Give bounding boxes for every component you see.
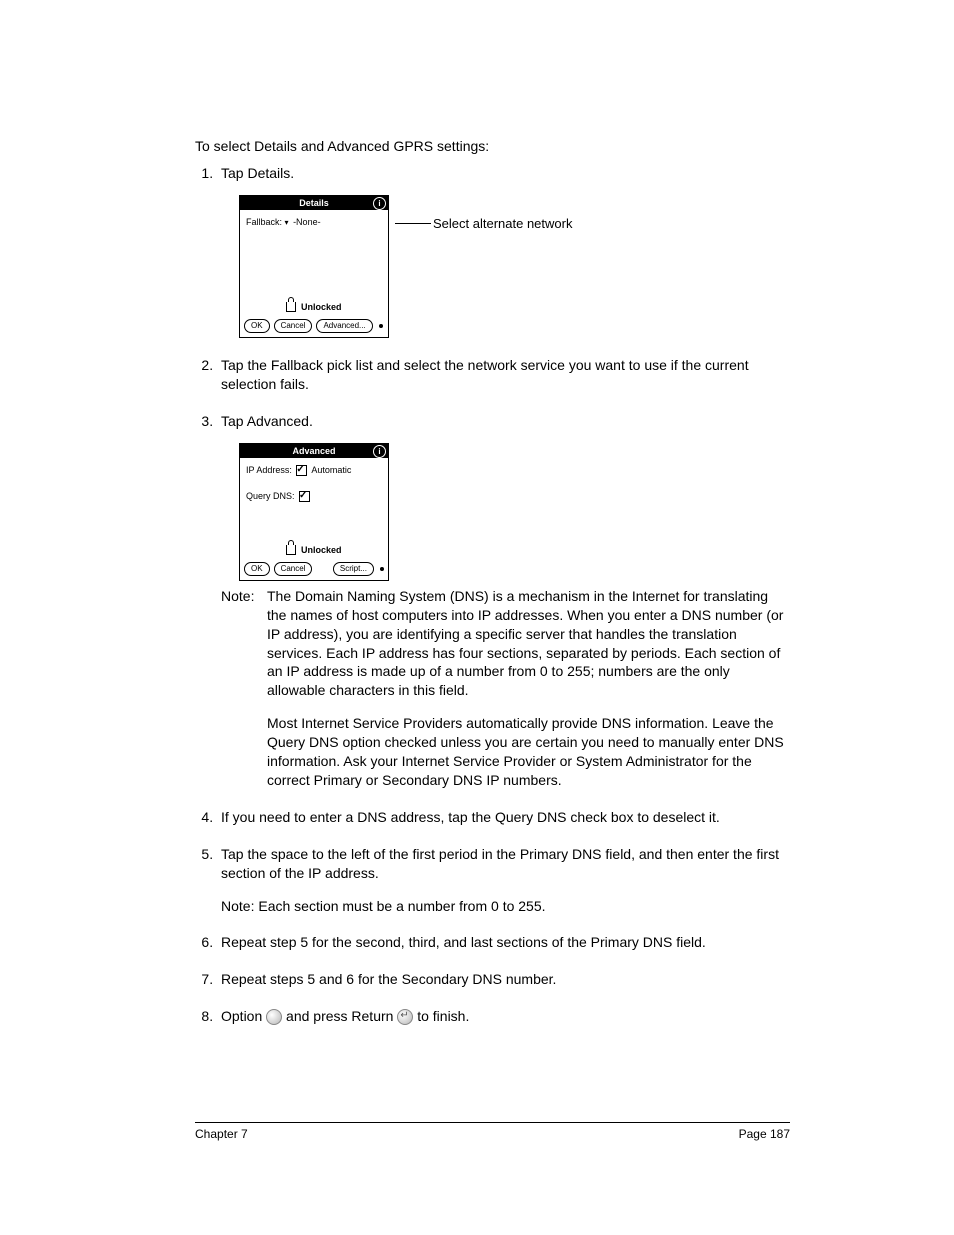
step-4: If you need to enter a DNS address, tap … [217, 808, 790, 827]
fallback-picklist[interactable]: -None- [285, 216, 321, 229]
step-5: Tap the space to the left of the first p… [217, 845, 790, 916]
step-8-c: to finish. [417, 1008, 469, 1024]
page-footer: Chapter 7 Page 187 [195, 1122, 790, 1141]
note-body: The Domain Naming System (DNS) is a mech… [267, 587, 790, 790]
step-text: Repeat step 5 for the second, third, and… [221, 934, 706, 950]
unlocked-text: Unlocked [301, 302, 342, 312]
dialog-title-bar: Advanced i [240, 444, 388, 458]
note-p2: Most Internet Service Providers automati… [267, 714, 790, 790]
fallback-row: Fallback: -None- [246, 216, 382, 229]
step-text: Tap Details. [221, 165, 294, 181]
note-label: Note: [221, 587, 267, 790]
callout-text: Select alternate network [433, 215, 572, 233]
step-5-note: Note: Each section must be a number from… [221, 897, 790, 916]
dialog-title: Advanced [292, 446, 335, 456]
lock-icon [286, 302, 296, 312]
query-dns-row: Query DNS: [246, 490, 382, 502]
cancel-button[interactable]: Cancel [274, 319, 313, 333]
steps-list: Tap Details. Details i Fallback: -None- [195, 164, 790, 1026]
footer-chapter: Chapter 7 [195, 1127, 248, 1141]
step-8: Option and press Return to finish. [217, 1007, 790, 1026]
step-8-b: and press Return [286, 1008, 397, 1024]
note-block: Note: The Domain Naming System (DNS) is … [221, 587, 790, 790]
script-button[interactable]: Script... [333, 562, 374, 576]
step-8-a: Option [221, 1008, 266, 1024]
page-content: To select Details and Advanced GPRS sett… [195, 138, 790, 1044]
info-icon[interactable]: i [373, 445, 386, 458]
ip-address-row: IP Address: Automatic [246, 464, 382, 476]
query-dns-label: Query DNS: [246, 491, 295, 501]
query-dns-checkbox[interactable] [299, 491, 310, 502]
step-6: Repeat step 5 for the second, third, and… [217, 933, 790, 952]
unlocked-text: Unlocked [301, 545, 342, 555]
callout-line [395, 223, 431, 224]
return-key-icon [397, 1009, 413, 1025]
ok-button[interactable]: OK [244, 562, 270, 576]
step-text: If you need to enter a DNS address, tap … [221, 809, 720, 825]
lock-status: Unlocked [246, 544, 382, 556]
callout-1: Select alternate network [395, 215, 572, 233]
dialog-title-bar: Details i [240, 196, 388, 210]
step-7: Repeat steps 5 and 6 for the Secondary D… [217, 970, 790, 989]
step-2: Tap the Fallback pick list and select th… [217, 356, 790, 394]
dialog-buttons: OK Cancel Script... [240, 560, 388, 580]
step-text: Tap the space to the left of the first p… [221, 846, 779, 881]
details-dialog: Details i Fallback: -None- Unlocked [239, 195, 389, 338]
footer-page: Page 187 [739, 1127, 790, 1141]
advanced-dialog: Advanced i IP Address: Automatic Query D… [239, 443, 389, 581]
step-1: Tap Details. Details i Fallback: -None- [217, 164, 790, 338]
dialog-buttons: OK Cancel Advanced... [240, 317, 388, 337]
step-text: Repeat steps 5 and 6 for the Secondary D… [221, 971, 556, 987]
cancel-button[interactable]: Cancel [274, 562, 313, 576]
lock-status: Unlocked [246, 301, 382, 313]
stylus-dot-icon [380, 567, 384, 571]
option-key-icon [266, 1009, 282, 1025]
dialog-title: Details [299, 198, 329, 208]
info-icon[interactable]: i [373, 197, 386, 210]
step-text: Tap the Fallback pick list and select th… [221, 357, 749, 392]
fallback-label: Fallback: [246, 217, 282, 227]
ok-button[interactable]: OK [244, 319, 270, 333]
advanced-button[interactable]: Advanced... [316, 319, 372, 333]
figure-details: Details i Fallback: -None- Unlocked [221, 195, 790, 338]
section-heading: To select Details and Advanced GPRS sett… [195, 138, 790, 154]
stylus-dot-icon [379, 324, 383, 328]
lock-icon [286, 545, 296, 555]
ip-value: Automatic [311, 465, 351, 475]
step-text: Tap Advanced. [221, 413, 313, 429]
ip-label: IP Address: [246, 465, 292, 475]
step-3: Tap Advanced. Advanced i IP Address: Aut… [217, 412, 790, 790]
ip-auto-checkbox[interactable] [296, 465, 307, 476]
fallback-value: -None- [293, 217, 321, 227]
figure-advanced: Advanced i IP Address: Automatic Query D… [221, 443, 790, 581]
note-p1: The Domain Naming System (DNS) is a mech… [267, 587, 790, 700]
